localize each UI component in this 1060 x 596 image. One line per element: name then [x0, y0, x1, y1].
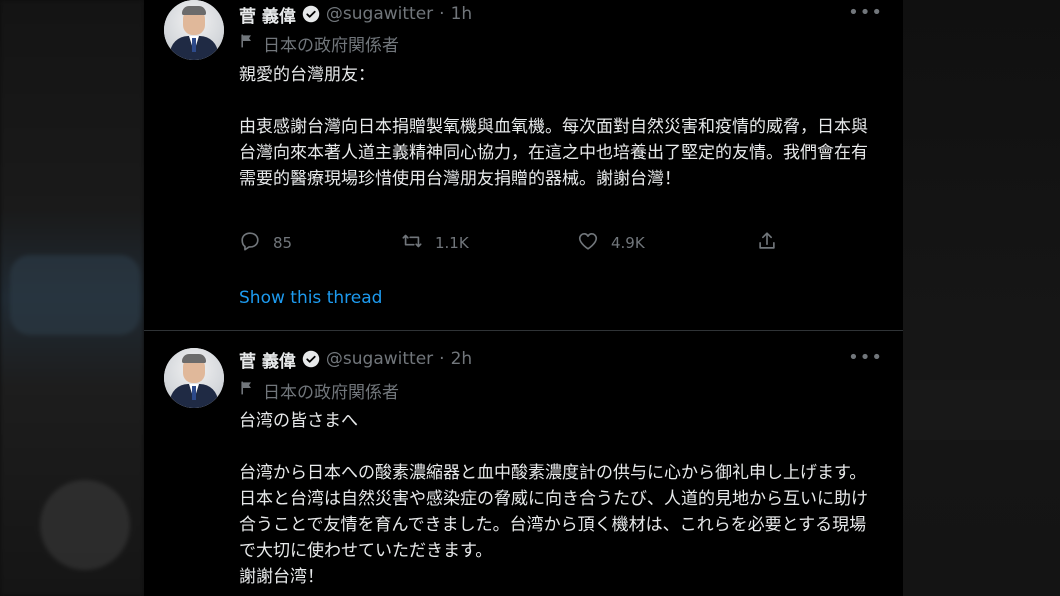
avatar[interactable] — [164, 348, 224, 408]
author-name[interactable]: 菅 義偉 — [239, 347, 296, 372]
tweet[interactable]: 菅 義偉 @sugawitter · 1h ••• 日本の政府関係者 親愛的台灣… — [144, 0, 903, 330]
retweet-count: 1.1K — [435, 234, 469, 252]
author-name[interactable]: 菅 義偉 — [239, 2, 296, 27]
tweet-feed: 菅 義偉 @sugawitter · 1h ••• 日本の政府関係者 親愛的台灣… — [144, 0, 903, 596]
tweet-header: 菅 義偉 @sugawitter · 2h — [239, 347, 473, 372]
background-right — [903, 0, 1060, 596]
tweet-actions: 85 1.1K 4.9K — [239, 230, 799, 254]
retweet-icon — [401, 230, 423, 256]
show-thread-link[interactable]: Show this thread — [239, 288, 382, 308]
tweet-text: 台湾の皆さまへ 台湾から日本への酸素濃縮器と血中酸素濃度計の供与に心から御礼申し… — [239, 411, 868, 587]
avatar[interactable] — [164, 0, 224, 60]
timestamp[interactable]: 2h — [451, 349, 473, 369]
tweet-header: 菅 義偉 @sugawitter · 1h — [239, 2, 473, 27]
author-handle[interactable]: @sugawitter — [326, 349, 433, 369]
timestamp[interactable]: 1h — [451, 4, 473, 24]
author-handle[interactable]: @sugawitter — [326, 4, 433, 24]
reply-icon — [239, 230, 261, 256]
flag-icon — [239, 380, 255, 401]
like-count: 4.9K — [611, 234, 645, 252]
like-icon — [577, 230, 599, 256]
affiliation-label: 日本の政府関係者 — [263, 36, 399, 56]
tweet[interactable]: 菅 義偉 @sugawitter · 2h ••• 日本の政府関係者 台湾の皆さ… — [144, 332, 903, 596]
separator: · — [439, 349, 445, 369]
tweet-text: 親愛的台灣朋友： 由衷感謝台灣向日本捐贈製氧機與血氧機。每次面對自然災害和疫情的… — [239, 65, 868, 189]
blur-shape — [903, 380, 1060, 440]
verified-badge-icon — [302, 350, 320, 368]
blur-shape — [10, 255, 140, 335]
blur-shape — [40, 480, 130, 570]
separator: · — [439, 4, 445, 24]
share-icon — [756, 230, 778, 256]
more-icon[interactable]: ••• — [848, 347, 883, 368]
more-icon[interactable]: ••• — [848, 2, 883, 23]
like-button[interactable]: 4.9K — [577, 230, 645, 256]
divider — [144, 330, 903, 331]
verified-badge-icon — [302, 5, 320, 23]
reply-count: 85 — [273, 234, 293, 252]
flag-icon — [239, 33, 255, 54]
share-button[interactable] — [756, 230, 778, 256]
reply-button[interactable]: 85 — [239, 230, 292, 256]
affiliation-label: 日本の政府関係者 — [263, 383, 399, 403]
affiliation: 日本の政府関係者 — [239, 31, 399, 56]
affiliation: 日本の政府関係者 — [239, 378, 399, 403]
background-left — [0, 0, 144, 596]
retweet-button[interactable]: 1.1K — [401, 230, 469, 256]
